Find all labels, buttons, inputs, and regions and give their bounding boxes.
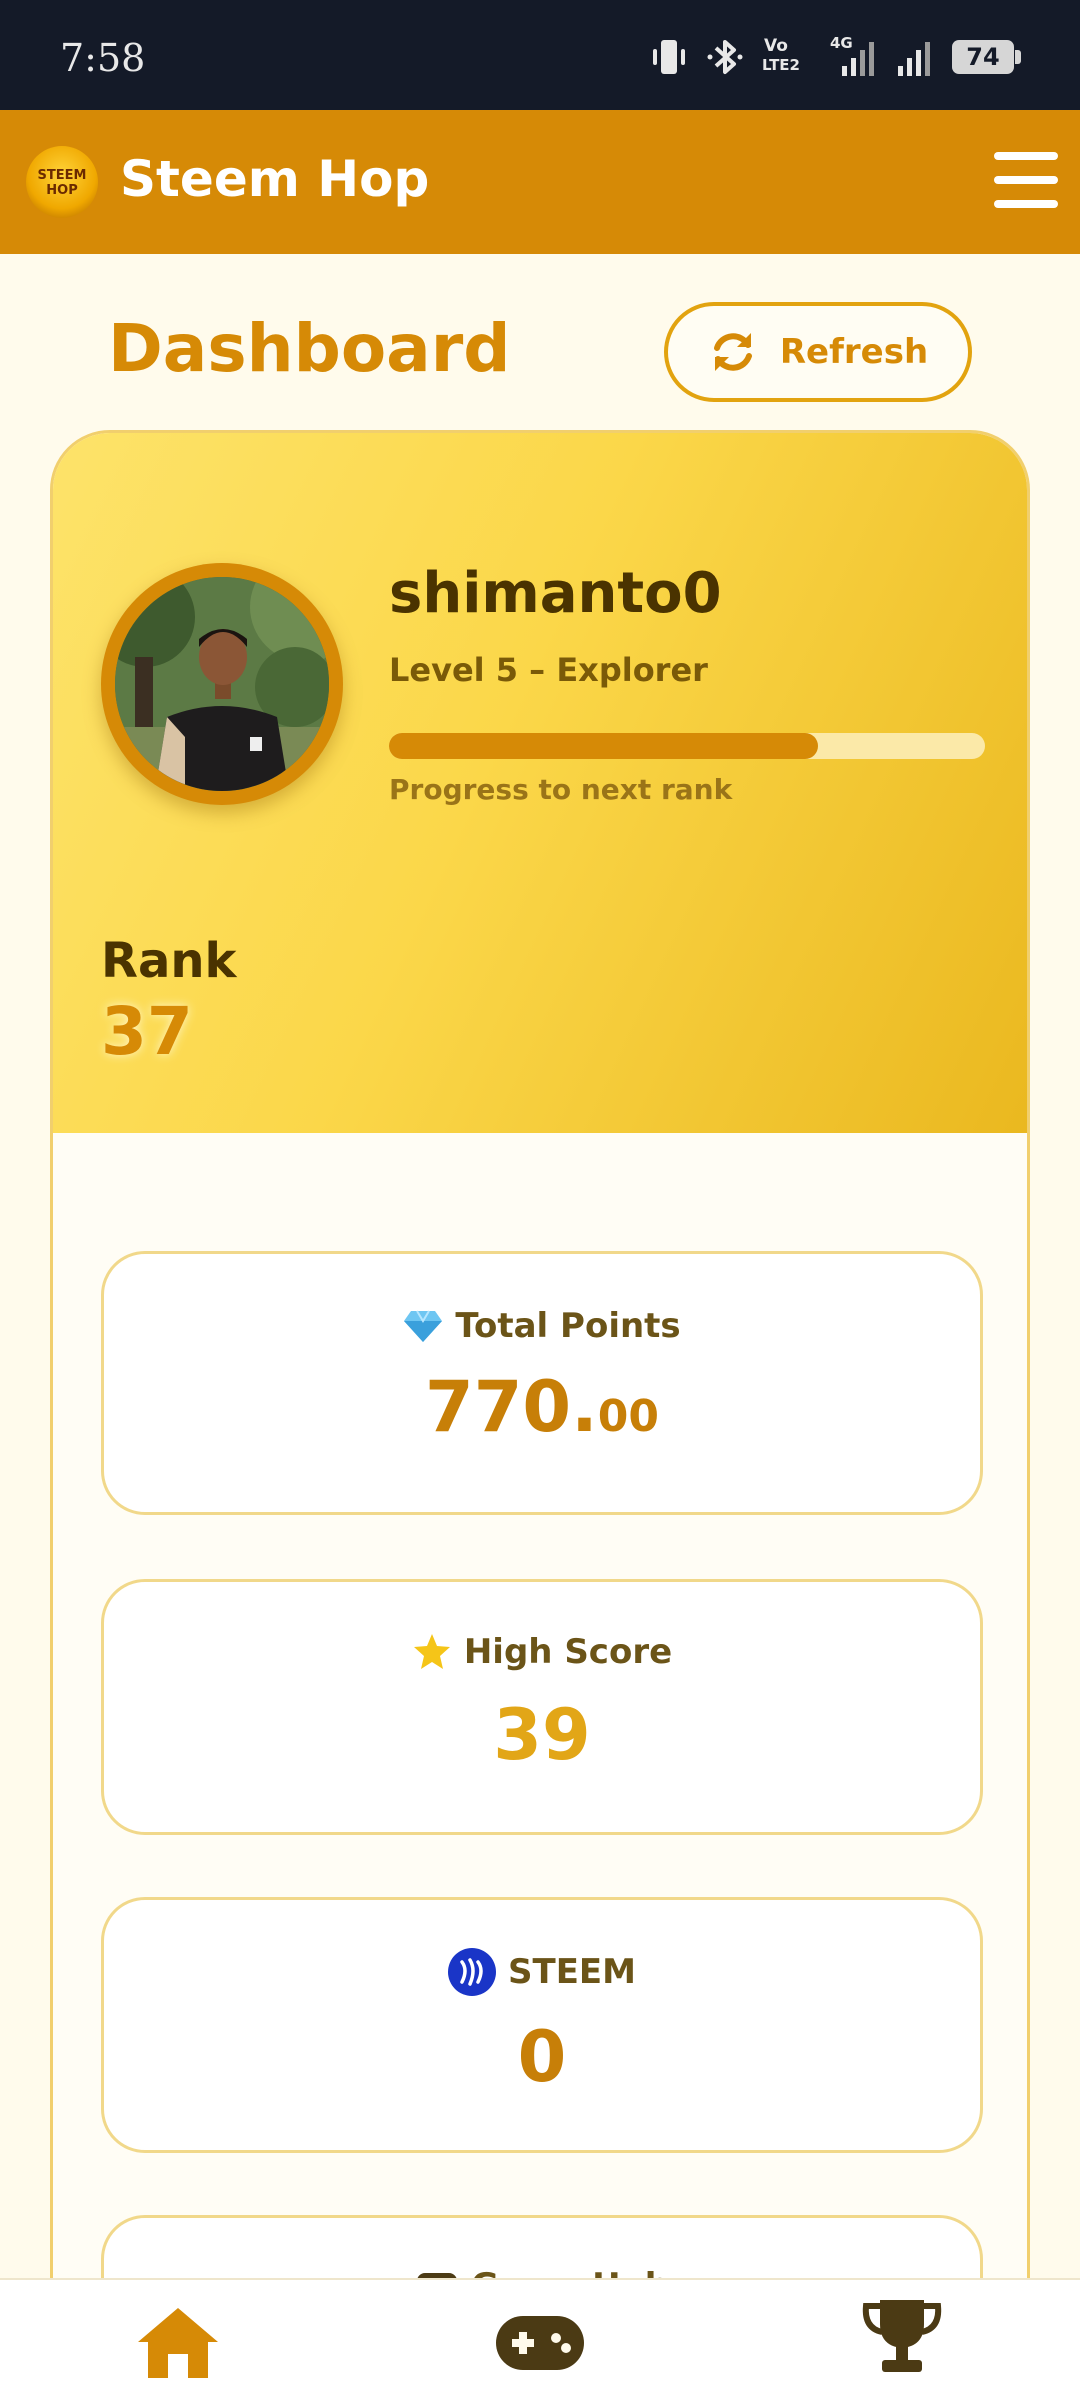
page-title: Dashboard xyxy=(108,310,511,387)
app-header: STEEM HOP Steem Hop xyxy=(0,110,1080,254)
avatar[interactable] xyxy=(115,577,329,791)
logo-text-top: STEEM xyxy=(37,168,87,183)
bluetooth-icon xyxy=(707,40,743,74)
steem-label: STEEM xyxy=(508,1952,636,1992)
steem-card: STEEM 0 xyxy=(101,1897,983,2153)
lte-label: LTE2 xyxy=(762,56,800,74)
level-label: Level 5 – Explorer xyxy=(389,651,708,689)
high-score-value: 39 xyxy=(493,1694,591,1776)
signal-icon-sim2 xyxy=(898,42,930,76)
home-icon xyxy=(138,2308,218,2378)
status-time: 7:58 xyxy=(60,36,146,80)
profile-card: shimanto0 Level 5 – Explorer Progress to… xyxy=(50,430,1030,2400)
total-points-decimal: 00 xyxy=(597,1391,659,1442)
nav-games[interactable] xyxy=(494,2314,586,2376)
total-points-title: Total Points xyxy=(104,1306,980,1346)
rank-progress-bar xyxy=(389,733,985,759)
signal-icon-sim1 xyxy=(842,42,874,76)
star-icon xyxy=(413,1634,450,1669)
bottom-nav xyxy=(0,2278,1080,2400)
trophy-icon xyxy=(862,2300,942,2372)
avatar-ring xyxy=(101,563,343,805)
vibrate-icon xyxy=(653,40,685,74)
nav-leaderboard[interactable] xyxy=(860,2298,944,2380)
refresh-button[interactable]: Refresh xyxy=(664,302,972,402)
rank-value: 37 xyxy=(101,993,193,1070)
total-points-whole: 770. xyxy=(425,1366,598,1448)
app-title: Steem Hop xyxy=(120,150,430,208)
avatar-photo xyxy=(115,577,329,791)
total-points-card: Total Points 770.00 xyxy=(101,1251,983,1515)
refresh-icon xyxy=(713,333,752,371)
volte-label: Vo xyxy=(764,36,788,56)
steem-logo-icon xyxy=(448,1948,497,1996)
battery-indicator: 74 xyxy=(952,40,1021,74)
high-score-card: High Score 39 xyxy=(101,1579,983,1835)
status-bar: 7:58 Vo LTE2 4G 74 xyxy=(0,0,1080,110)
diamond-icon xyxy=(404,1310,443,1342)
status-icons: Vo LTE2 4G 74 xyxy=(650,34,1021,78)
volte-indicator: Vo LTE2 xyxy=(762,36,812,78)
total-points-label: Total Points xyxy=(455,1306,681,1346)
refresh-label: Refresh xyxy=(779,332,929,372)
hamburger-icon[interactable] xyxy=(994,152,1058,212)
profile-hero: shimanto0 Level 5 – Explorer Progress to… xyxy=(53,433,1027,1133)
rank-progress-fill xyxy=(389,733,819,759)
steem-hop-logo[interactable]: STEEM HOP xyxy=(26,146,98,218)
high-score-label: High Score xyxy=(463,1632,673,1672)
signal-4g-indicator: 4G xyxy=(830,34,876,78)
steem-value: 0 xyxy=(517,2016,567,2098)
steem-title: STEEM xyxy=(104,1948,980,1996)
total-points-value: 770.00 xyxy=(104,1366,980,1448)
high-score-title: High Score xyxy=(104,1632,980,1672)
gamepad-icon xyxy=(496,2316,584,2370)
username: shimanto0 xyxy=(389,561,722,626)
nav-home[interactable] xyxy=(136,2304,220,2384)
progress-label: Progress to next rank xyxy=(389,773,733,806)
rank-label: Rank xyxy=(101,933,237,989)
logo-text-bottom: HOP xyxy=(46,183,78,198)
